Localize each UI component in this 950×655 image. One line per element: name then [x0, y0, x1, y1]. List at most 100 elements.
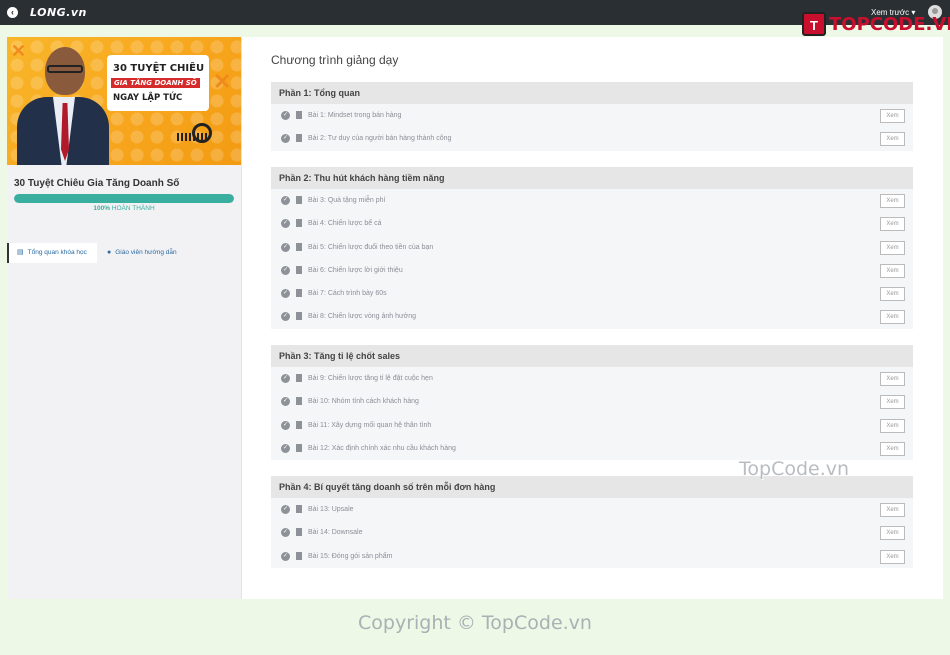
progress-fill — [14, 194, 234, 203]
document-icon — [296, 420, 302, 429]
watermark-text: TopCode.vn — [739, 458, 850, 480]
view-lesson-button[interactable]: Xem — [880, 132, 905, 147]
section-title: Phần 1: Tổng quan — [271, 82, 913, 104]
check-circle-icon: ✓ — [281, 242, 290, 252]
view-lesson-button[interactable]: Xem — [880, 441, 905, 456]
check-circle-icon: ✓ — [281, 289, 290, 299]
lesson-row[interactable]: ✓ Bài 8: Chiến lược vòng ảnh hưởng Xem — [271, 305, 913, 329]
view-lesson-button[interactable]: Xem — [880, 418, 905, 433]
check-circle-icon: ✓ — [281, 443, 290, 453]
lesson-row[interactable]: ✓ Bài 2: Tư duy của người bán hàng thành … — [271, 127, 913, 151]
topcode-watermark-logo: T TOPCODE.VN — [802, 11, 950, 37]
lesson-title: Bài 13: Upsale — [308, 506, 354, 513]
lesson-row[interactable]: ✓ Bài 14: Downsale Xem — [271, 521, 913, 545]
view-lesson-button[interactable]: Xem — [880, 287, 905, 302]
curriculum-panel: Chương trình giảng dạy Phần 1: Tổng quan… — [242, 37, 943, 599]
view-lesson-button[interactable]: Xem — [880, 549, 905, 564]
lesson-title: Bài 8: Chiến lược vòng ảnh hưởng — [308, 313, 417, 321]
document-icon — [296, 219, 302, 228]
lesson-row[interactable]: ✓ Bài 3: Quà tặng miễn phí Xem — [271, 189, 913, 213]
lesson-row[interactable]: ✓ Bài 11: Xây dựng mối quan hệ thân tình X… — [271, 413, 913, 437]
document-icon — [296, 242, 302, 251]
lesson-title: Bài 14: Downsale — [308, 529, 363, 537]
curriculum-section: Phần 1: Tổng quan ✓ Bài 1: Mindset trong b… — [271, 82, 913, 151]
check-circle-icon: ✓ — [281, 374, 290, 383]
lesson-row[interactable]: ✓ Bài 5: Chiến lược đuổi theo tiền của bạ… — [271, 235, 913, 259]
document-icon — [296, 443, 302, 452]
view-lesson-button[interactable]: Xem — [880, 217, 905, 232]
banner-headline: 30 TUYỆT CHIÊU GIA TĂNG DOANH SỐ NGAY LẬ… — [107, 55, 209, 111]
lesson-row[interactable]: ✓ Bài 12: Xác định chính xác nhu cầu khác… — [271, 436, 913, 461]
page-title: Chương trình giảng dạy — [271, 53, 399, 67]
view-lesson-button[interactable]: Xem — [880, 240, 905, 255]
curriculum-section: Phần 2: Thu hút khách hàng tiềm năng ✓ Bài… — [271, 167, 913, 329]
document-icon — [296, 134, 302, 143]
check-circle-icon: ✓ — [281, 196, 290, 205]
decor-stripe — [177, 133, 207, 141]
view-lesson-button[interactable]: Xem — [880, 194, 905, 208]
view-lesson-button[interactable]: Xem — [880, 372, 905, 386]
check-circle-icon: ✓ — [281, 420, 290, 430]
curriculum-section: Phần 4: Bí quyết tăng doanh số trên mỗi … — [271, 476, 913, 568]
check-circle-icon: ✓ — [281, 134, 290, 144]
document-icon — [296, 196, 302, 204]
lesson-row[interactable]: ✓ Bài 9: Chiến lược tăng tỉ lệ đặt cuộc h… — [271, 367, 913, 391]
watermark-mark: T — [802, 12, 826, 36]
view-lesson-button[interactable]: Xem — [880, 395, 905, 410]
site-logo[interactable]: LONG.vn — [30, 6, 87, 19]
lesson-title: Bài 4: Chiến lược bể cá — [308, 220, 382, 228]
lesson-row[interactable]: ✓ Bài 4: Chiến lược bể cá Xem — [271, 212, 913, 236]
lesson-row[interactable]: ✓ Bài 13: Upsale Xem — [271, 498, 913, 522]
document-icon — [296, 312, 302, 321]
lesson-title: Bài 12: Xác định chính xác nhu cầu khách… — [308, 444, 456, 452]
sidebar-nav: ▤ Tổng quan khóa học ● Giáo viên hướng dẫn — [7, 243, 241, 263]
lesson-title: Bài 7: Cách trình bày 60s — [308, 290, 387, 298]
view-lesson-button[interactable]: Xem — [880, 310, 905, 325]
document-icon — [296, 505, 302, 513]
lesson-title: Bài 3: Quà tặng miễn phí — [308, 197, 386, 204]
curriculum-section: Phần 3: Tăng tỉ lệ chốt sales ✓ Bài 9: Chi… — [271, 345, 913, 461]
lesson-title: Bài 10: Nhóm tính cách khách hàng — [308, 398, 419, 406]
course-banner-image: ✕ ✕ 30 TUYỆT CHIÊU GIA TĂNG DOANH SỐ NGA… — [7, 37, 241, 165]
check-circle-icon: ✓ — [281, 551, 290, 561]
lesson-row[interactable]: ✓ Bài 6: Chiến lược lời giới thiệu Xem — [271, 258, 913, 283]
lesson-title: Bài 9: Chiến lược tăng tỉ lệ đặt cuộc hẹ… — [308, 375, 433, 382]
decor-x-icon: ✕ — [213, 69, 232, 94]
banner-line-3: NGAY LẬP TỨC — [113, 93, 183, 103]
lesson-row[interactable]: ✓ Bài 15: Đóng gói sản phẩm Xem — [271, 544, 913, 568]
check-circle-icon: ✓ — [281, 528, 290, 538]
banner-line-2: GIA TĂNG DOANH SỐ — [111, 78, 200, 88]
view-lesson-button[interactable]: Xem — [880, 263, 905, 278]
course-sidebar: ✕ ✕ 30 TUYỆT CHIÊU GIA TĂNG DOANH SỐ NGA… — [7, 37, 242, 599]
course-progress-bar — [14, 194, 234, 203]
lesson-row[interactable]: ✓ Bài 1: Mindset trong bán hàng Xem — [271, 104, 913, 128]
view-lesson-button[interactable]: Xem — [880, 109, 905, 123]
tab-instructor[interactable]: ● Giáo viên hướng dẫn — [107, 243, 177, 263]
document-icon — [296, 374, 302, 382]
document-icon — [296, 265, 302, 274]
view-lesson-button[interactable]: Xem — [880, 503, 905, 517]
banner-line-1: 30 TUYỆT CHIÊU — [113, 63, 205, 74]
document-icon — [296, 397, 302, 406]
user-icon: ● — [107, 249, 112, 256]
lesson-title: Bài 6: Chiến lược lời giới thiệu — [308, 266, 403, 274]
lesson-title: Bài 5: Chiến lược đuổi theo tiền của bạn — [308, 243, 434, 251]
check-circle-icon: ✓ — [281, 312, 290, 322]
check-circle-icon: ✓ — [281, 265, 290, 275]
check-circle-icon: ✓ — [281, 219, 290, 229]
lesson-title: Bài 2: Tư duy của người bán hàng thành c… — [308, 135, 452, 143]
document-icon — [296, 528, 302, 537]
lesson-row[interactable]: ✓ Bài 7: Cách trình bày 60s Xem — [271, 282, 913, 306]
document-icon — [296, 289, 302, 298]
view-lesson-button[interactable]: Xem — [880, 526, 905, 541]
check-circle-icon: ✓ — [281, 505, 290, 514]
lesson-title: Bài 11: Xây dựng mối quan hệ thân tình — [308, 421, 432, 429]
section-title: Phần 3: Tăng tỉ lệ chốt sales — [271, 345, 913, 367]
section-title: Phần 2: Thu hút khách hàng tiềm năng — [271, 167, 913, 189]
lesson-row[interactable]: ✓ Bài 10: Nhóm tính cách khách hàng Xem — [271, 390, 913, 414]
lesson-title: Bài 1: Mindset trong bán hàng — [308, 112, 402, 119]
tab-course-overview[interactable]: ▤ Tổng quan khóa học — [7, 243, 97, 263]
chevron-left-icon[interactable]: ‹ — [7, 7, 18, 18]
instructor-photo — [17, 45, 109, 165]
document-icon — [296, 551, 302, 560]
